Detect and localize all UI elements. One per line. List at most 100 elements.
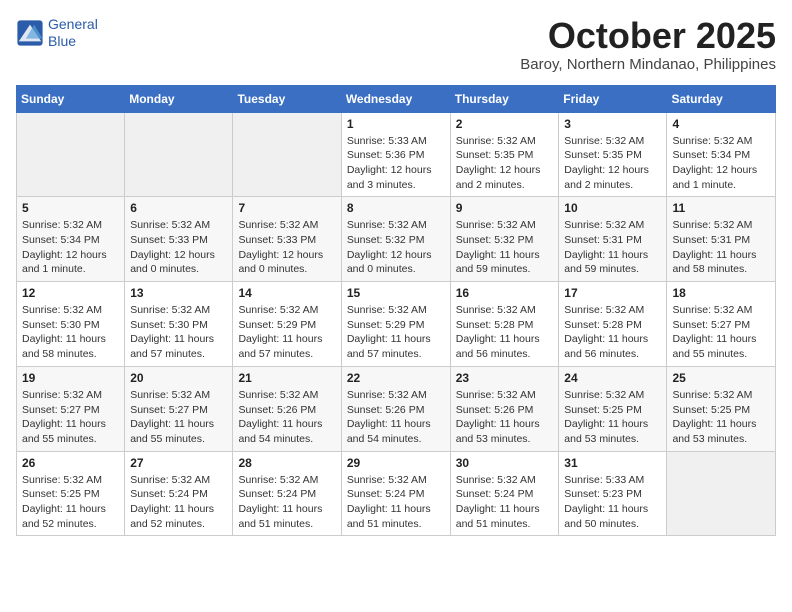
day-info-text: Sunrise: 5:32 AM xyxy=(564,303,661,318)
day-info-text: Sunrise: 5:32 AM xyxy=(130,473,227,488)
day-info-text: Daylight: 11 hours and 56 minutes. xyxy=(456,332,554,361)
calendar-cell: 7Sunrise: 5:32 AMSunset: 5:33 PMDaylight… xyxy=(233,197,341,282)
day-number: 24 xyxy=(564,371,661,385)
calendar-table: SundayMondayTuesdayWednesdayThursdayFrid… xyxy=(16,85,776,537)
day-info-text: Sunset: 5:25 PM xyxy=(564,403,661,418)
day-number: 30 xyxy=(456,456,554,470)
logo: General Blue xyxy=(16,16,98,50)
day-info-text: Sunset: 5:24 PM xyxy=(238,487,335,502)
day-info-text: Sunrise: 5:32 AM xyxy=(564,134,661,149)
logo-text: General Blue xyxy=(48,16,98,50)
day-info-text: Sunset: 5:24 PM xyxy=(347,487,445,502)
calendar-cell: 23Sunrise: 5:32 AMSunset: 5:26 PMDayligh… xyxy=(450,366,559,451)
day-info-text: Sunrise: 5:32 AM xyxy=(238,473,335,488)
day-info-text: Sunset: 5:27 PM xyxy=(672,318,770,333)
calendar-cell: 6Sunrise: 5:32 AMSunset: 5:33 PMDaylight… xyxy=(125,197,233,282)
day-info-text: Daylight: 12 hours and 3 minutes. xyxy=(347,163,445,192)
calendar-cell: 14Sunrise: 5:32 AMSunset: 5:29 PMDayligh… xyxy=(233,282,341,367)
day-info-text: Sunrise: 5:32 AM xyxy=(22,218,119,233)
day-number: 1 xyxy=(347,117,445,131)
day-info-text: Daylight: 11 hours and 54 minutes. xyxy=(238,417,335,446)
day-info-text: Daylight: 11 hours and 54 minutes. xyxy=(347,417,445,446)
calendar-cell: 8Sunrise: 5:32 AMSunset: 5:32 PMDaylight… xyxy=(341,197,450,282)
day-info-text: Sunrise: 5:33 AM xyxy=(347,134,445,149)
calendar-cell: 2Sunrise: 5:32 AMSunset: 5:35 PMDaylight… xyxy=(450,112,559,197)
day-info-text: Daylight: 11 hours and 56 minutes. xyxy=(564,332,661,361)
day-number: 5 xyxy=(22,201,119,215)
day-number: 27 xyxy=(130,456,227,470)
day-number: 6 xyxy=(130,201,227,215)
day-info-text: Sunset: 5:28 PM xyxy=(564,318,661,333)
calendar-cell: 9Sunrise: 5:32 AMSunset: 5:32 PMDaylight… xyxy=(450,197,559,282)
day-info-text: Daylight: 12 hours and 0 minutes. xyxy=(130,248,227,277)
day-info-text: Sunset: 5:35 PM xyxy=(564,148,661,163)
day-info-text: Daylight: 11 hours and 57 minutes. xyxy=(347,332,445,361)
day-info-text: Sunrise: 5:32 AM xyxy=(347,388,445,403)
day-number: 29 xyxy=(347,456,445,470)
day-info-text: Daylight: 11 hours and 57 minutes. xyxy=(130,332,227,361)
day-info-text: Sunrise: 5:32 AM xyxy=(564,218,661,233)
day-number: 21 xyxy=(238,371,335,385)
calendar-cell xyxy=(125,112,233,197)
day-number: 9 xyxy=(456,201,554,215)
day-info-text: Sunrise: 5:32 AM xyxy=(130,218,227,233)
day-info-text: Sunset: 5:24 PM xyxy=(456,487,554,502)
col-header-sunday: Sunday xyxy=(17,85,125,112)
day-info-text: Daylight: 11 hours and 59 minutes. xyxy=(456,248,554,277)
day-info-text: Daylight: 11 hours and 55 minutes. xyxy=(130,417,227,446)
calendar-cell: 31Sunrise: 5:33 AMSunset: 5:23 PMDayligh… xyxy=(559,451,667,536)
day-number: 13 xyxy=(130,286,227,300)
calendar-cell xyxy=(17,112,125,197)
day-info-text: Sunset: 5:24 PM xyxy=(130,487,227,502)
day-number: 10 xyxy=(564,201,661,215)
day-info-text: Sunrise: 5:32 AM xyxy=(456,473,554,488)
day-number: 25 xyxy=(672,371,770,385)
day-info-text: Daylight: 11 hours and 51 minutes. xyxy=(456,502,554,531)
calendar-cell: 3Sunrise: 5:32 AMSunset: 5:35 PMDaylight… xyxy=(559,112,667,197)
day-info-text: Daylight: 11 hours and 58 minutes. xyxy=(22,332,119,361)
col-header-tuesday: Tuesday xyxy=(233,85,341,112)
day-info-text: Sunset: 5:35 PM xyxy=(456,148,554,163)
day-number: 8 xyxy=(347,201,445,215)
day-info-text: Sunrise: 5:32 AM xyxy=(130,388,227,403)
day-number: 26 xyxy=(22,456,119,470)
day-info-text: Sunset: 5:33 PM xyxy=(238,233,335,248)
day-info-text: Sunset: 5:29 PM xyxy=(347,318,445,333)
day-number: 3 xyxy=(564,117,661,131)
day-info-text: Sunset: 5:30 PM xyxy=(130,318,227,333)
location: Baroy, Northern Mindanao, Philippines xyxy=(520,56,776,73)
day-number: 18 xyxy=(672,286,770,300)
day-info-text: Sunrise: 5:32 AM xyxy=(22,388,119,403)
day-number: 12 xyxy=(22,286,119,300)
day-number: 4 xyxy=(672,117,770,131)
calendar-week-row: 19Sunrise: 5:32 AMSunset: 5:27 PMDayligh… xyxy=(17,366,776,451)
day-info-text: Sunset: 5:26 PM xyxy=(347,403,445,418)
calendar-cell: 1Sunrise: 5:33 AMSunset: 5:36 PMDaylight… xyxy=(341,112,450,197)
calendar-week-row: 26Sunrise: 5:32 AMSunset: 5:25 PMDayligh… xyxy=(17,451,776,536)
calendar-cell: 5Sunrise: 5:32 AMSunset: 5:34 PMDaylight… xyxy=(17,197,125,282)
calendar-cell xyxy=(667,451,776,536)
page-header: General Blue October 2025 Baroy, Norther… xyxy=(16,16,776,73)
calendar-cell: 22Sunrise: 5:32 AMSunset: 5:26 PMDayligh… xyxy=(341,366,450,451)
day-number: 7 xyxy=(238,201,335,215)
calendar-cell: 12Sunrise: 5:32 AMSunset: 5:30 PMDayligh… xyxy=(17,282,125,367)
calendar-cell: 4Sunrise: 5:32 AMSunset: 5:34 PMDaylight… xyxy=(667,112,776,197)
calendar-week-row: 5Sunrise: 5:32 AMSunset: 5:34 PMDaylight… xyxy=(17,197,776,282)
calendar-cell: 24Sunrise: 5:32 AMSunset: 5:25 PMDayligh… xyxy=(559,366,667,451)
day-info-text: Sunset: 5:25 PM xyxy=(672,403,770,418)
col-header-wednesday: Wednesday xyxy=(341,85,450,112)
day-info-text: Sunset: 5:27 PM xyxy=(22,403,119,418)
day-info-text: Daylight: 11 hours and 52 minutes. xyxy=(22,502,119,531)
day-info-text: Sunrise: 5:32 AM xyxy=(22,303,119,318)
calendar-cell: 18Sunrise: 5:32 AMSunset: 5:27 PMDayligh… xyxy=(667,282,776,367)
calendar-cell: 26Sunrise: 5:32 AMSunset: 5:25 PMDayligh… xyxy=(17,451,125,536)
day-number: 15 xyxy=(347,286,445,300)
calendar-cell: 17Sunrise: 5:32 AMSunset: 5:28 PMDayligh… xyxy=(559,282,667,367)
day-info-text: Sunset: 5:28 PM xyxy=(456,318,554,333)
col-header-friday: Friday xyxy=(559,85,667,112)
day-info-text: Sunrise: 5:32 AM xyxy=(456,134,554,149)
day-number: 14 xyxy=(238,286,335,300)
calendar-cell: 21Sunrise: 5:32 AMSunset: 5:26 PMDayligh… xyxy=(233,366,341,451)
calendar-cell: 16Sunrise: 5:32 AMSunset: 5:28 PMDayligh… xyxy=(450,282,559,367)
day-number: 19 xyxy=(22,371,119,385)
